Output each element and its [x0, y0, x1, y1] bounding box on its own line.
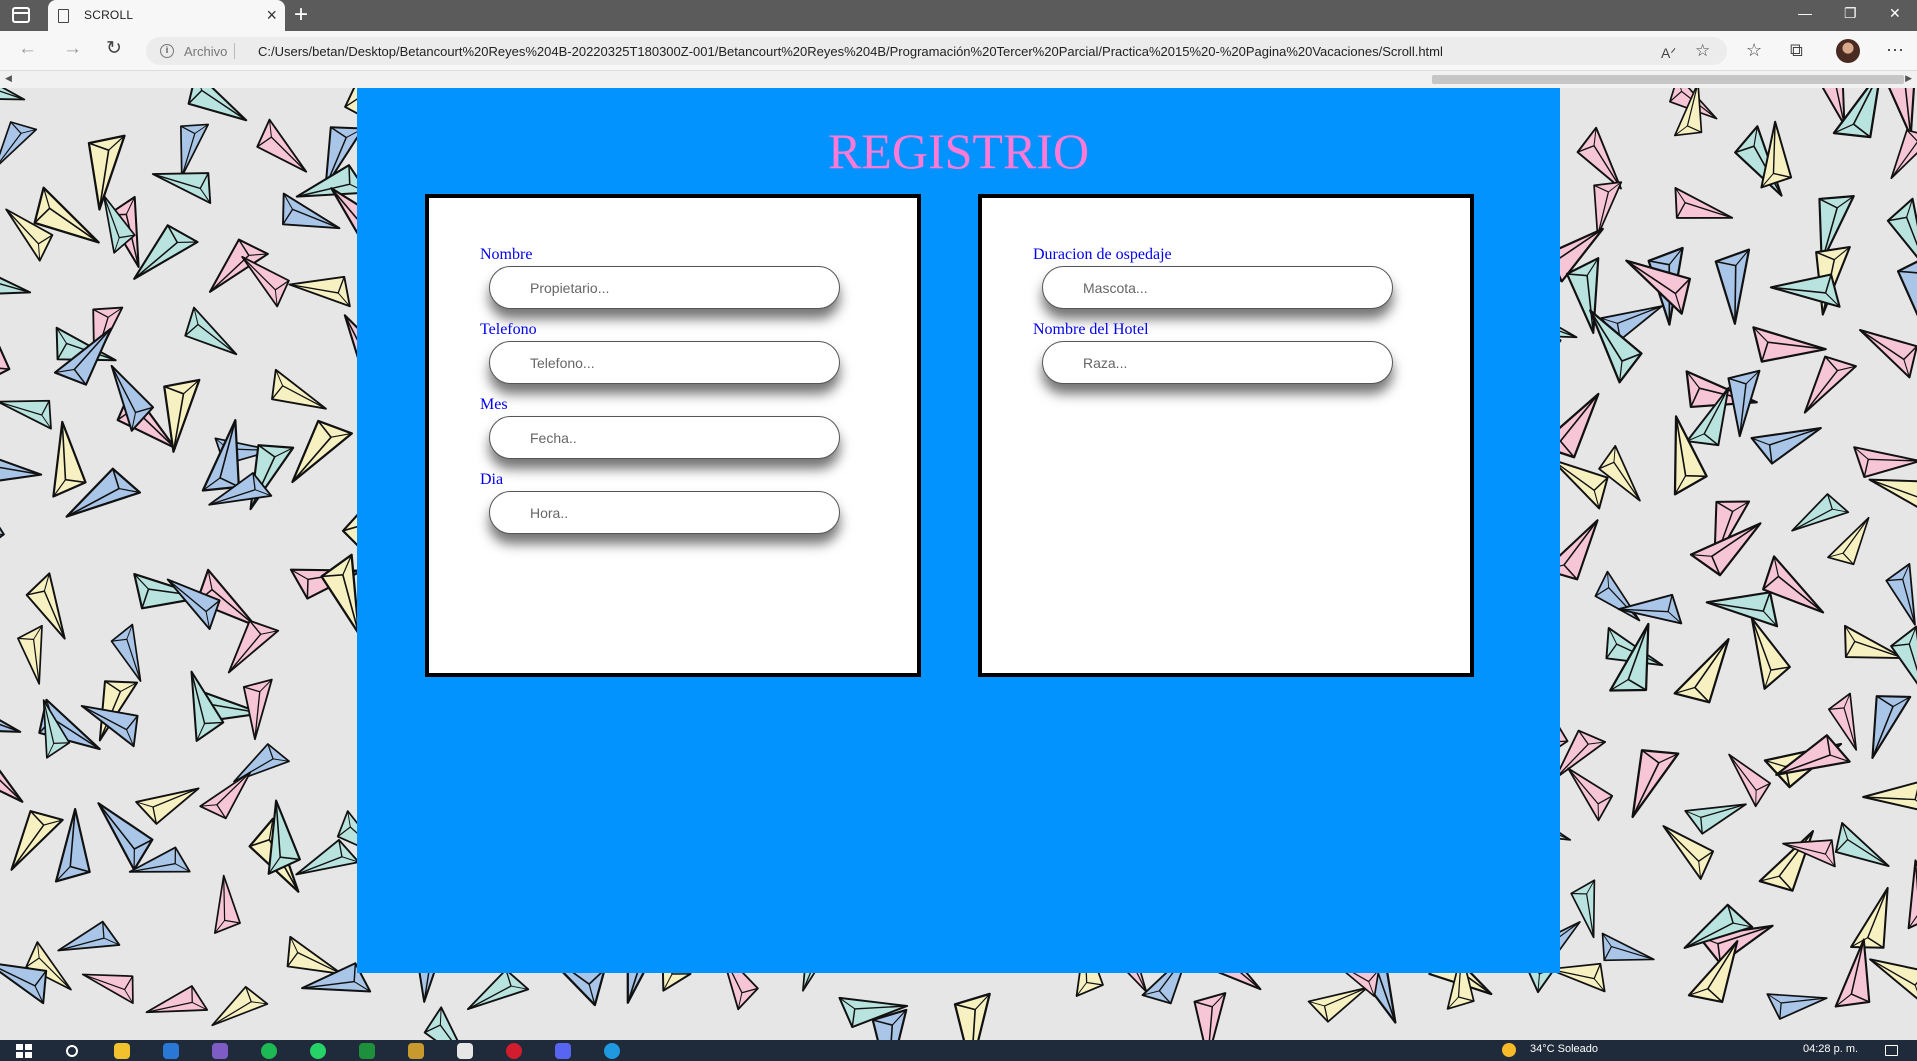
refresh-icon[interactable]: ↻ — [106, 38, 122, 60]
raza-input[interactable] — [1042, 341, 1393, 384]
notifications-icon[interactable] — [1885, 1045, 1898, 1056]
hotel-label: Nombre del Hotel — [1033, 321, 1149, 338]
scroll-left-icon[interactable]: ◀ — [5, 73, 12, 84]
app-icon[interactable] — [212, 1043, 228, 1059]
mes-field: Mes — [480, 396, 840, 459]
mail-icon[interactable] — [163, 1043, 179, 1059]
telefono-label: Telefono — [480, 321, 537, 338]
propietario-input[interactable] — [489, 266, 840, 309]
telefono-input[interactable] — [489, 341, 840, 384]
browser-toolbar: ← → ↻ i Archivo C:/Users/betan/Desktop/B… — [0, 31, 1917, 71]
back-icon[interactable]: ← — [18, 38, 37, 60]
fecha-input[interactable] — [489, 416, 840, 459]
game-icon[interactable] — [408, 1043, 424, 1059]
forward-icon[interactable]: → — [63, 38, 82, 60]
minimize-icon[interactable]: — — [1798, 5, 1812, 21]
registration-panel: REGISTRIO Nombre Telefono Mes Dia Duraci… — [357, 88, 1560, 973]
tab-strip: SCROLL × + — ❐ ✕ — [0, 0, 1917, 31]
more-icon[interactable]: ⋯ — [1886, 39, 1904, 61]
discord-icon[interactable] — [555, 1043, 571, 1059]
hotel-field: Nombre del Hotel — [1033, 321, 1393, 384]
mascota-input[interactable] — [1042, 266, 1393, 309]
read-aloud-icon[interactable]: Aᐟ — [1661, 42, 1676, 64]
dia-label: Dia — [480, 471, 504, 488]
start-icon[interactable] — [16, 1044, 32, 1058]
search-icon[interactable] — [66, 1045, 78, 1057]
page-icon — [58, 9, 69, 23]
new-tab-icon[interactable]: + — [294, 2, 308, 28]
tab-actions-icon[interactable] — [12, 7, 30, 23]
scrollbar-thumb[interactable] — [1432, 75, 1904, 84]
hora-input[interactable] — [489, 491, 840, 534]
page-viewport: REGISTRIO Nombre Telefono Mes Dia Duraci… — [0, 88, 1917, 1040]
close-tab-icon[interactable]: × — [266, 5, 277, 25]
left-form-card: Nombre Telefono Mes Dia — [425, 194, 921, 677]
info-icon[interactable]: i — [160, 44, 174, 58]
weather-text[interactable]: 34°C Soleado — [1530, 1043, 1598, 1055]
telefono-field: Telefono — [480, 321, 840, 384]
file-explorer-icon[interactable] — [114, 1043, 130, 1059]
dia-field: Dia — [480, 471, 840, 534]
collections-icon[interactable]: ⧉ — [1790, 39, 1803, 61]
tab-title: SCROLL — [84, 8, 134, 22]
address-divider — [234, 43, 235, 59]
spotify-icon[interactable] — [261, 1043, 277, 1059]
scroll-right-icon[interactable]: ▶ — [1905, 73, 1912, 84]
right-form-card: Duracion de ospedaje Nombre del Hotel — [978, 194, 1474, 677]
weather-icon — [1502, 1043, 1516, 1057]
profile-avatar[interactable] — [1836, 39, 1860, 63]
opera-icon[interactable] — [506, 1043, 522, 1059]
horizontal-scrollbar[interactable]: ◀ ▶ — [0, 71, 1917, 88]
nombre-label: Nombre — [480, 246, 533, 263]
edge-icon[interactable] — [604, 1043, 620, 1059]
app-icon[interactable] — [457, 1043, 473, 1059]
address-bar[interactable]: i Archivo C:/Users/betan/Desktop/Betanco… — [146, 37, 1727, 65]
favorite-star-icon[interactable]: ☆ — [1695, 40, 1710, 62]
whatsapp-icon[interactable] — [310, 1043, 326, 1059]
page-title: REGISTRIO — [827, 123, 1090, 179]
url-text[interactable]: C:/Users/betan/Desktop/Betancourt%20Reye… — [258, 44, 1443, 59]
duracion-field: Duracion de ospedaje — [1033, 246, 1393, 309]
duracion-label: Duracion de ospedaje — [1033, 246, 1172, 263]
xbox-icon[interactable] — [359, 1043, 375, 1059]
close-window-icon[interactable]: ✕ — [1889, 5, 1901, 22]
tab-scroll[interactable]: SCROLL × — [48, 0, 285, 31]
clock[interactable]: 04:28 p. m. — [1803, 1043, 1858, 1055]
windows-taskbar: 34°C Soleado 04:28 p. m. — [0, 1040, 1917, 1061]
origin-label: Archivo — [184, 44, 228, 59]
restore-icon[interactable]: ❐ — [1844, 5, 1857, 22]
favorites-icon[interactable]: ☆ — [1746, 39, 1762, 61]
mes-label: Mes — [480, 396, 508, 413]
nombre-field: Nombre — [480, 246, 840, 309]
